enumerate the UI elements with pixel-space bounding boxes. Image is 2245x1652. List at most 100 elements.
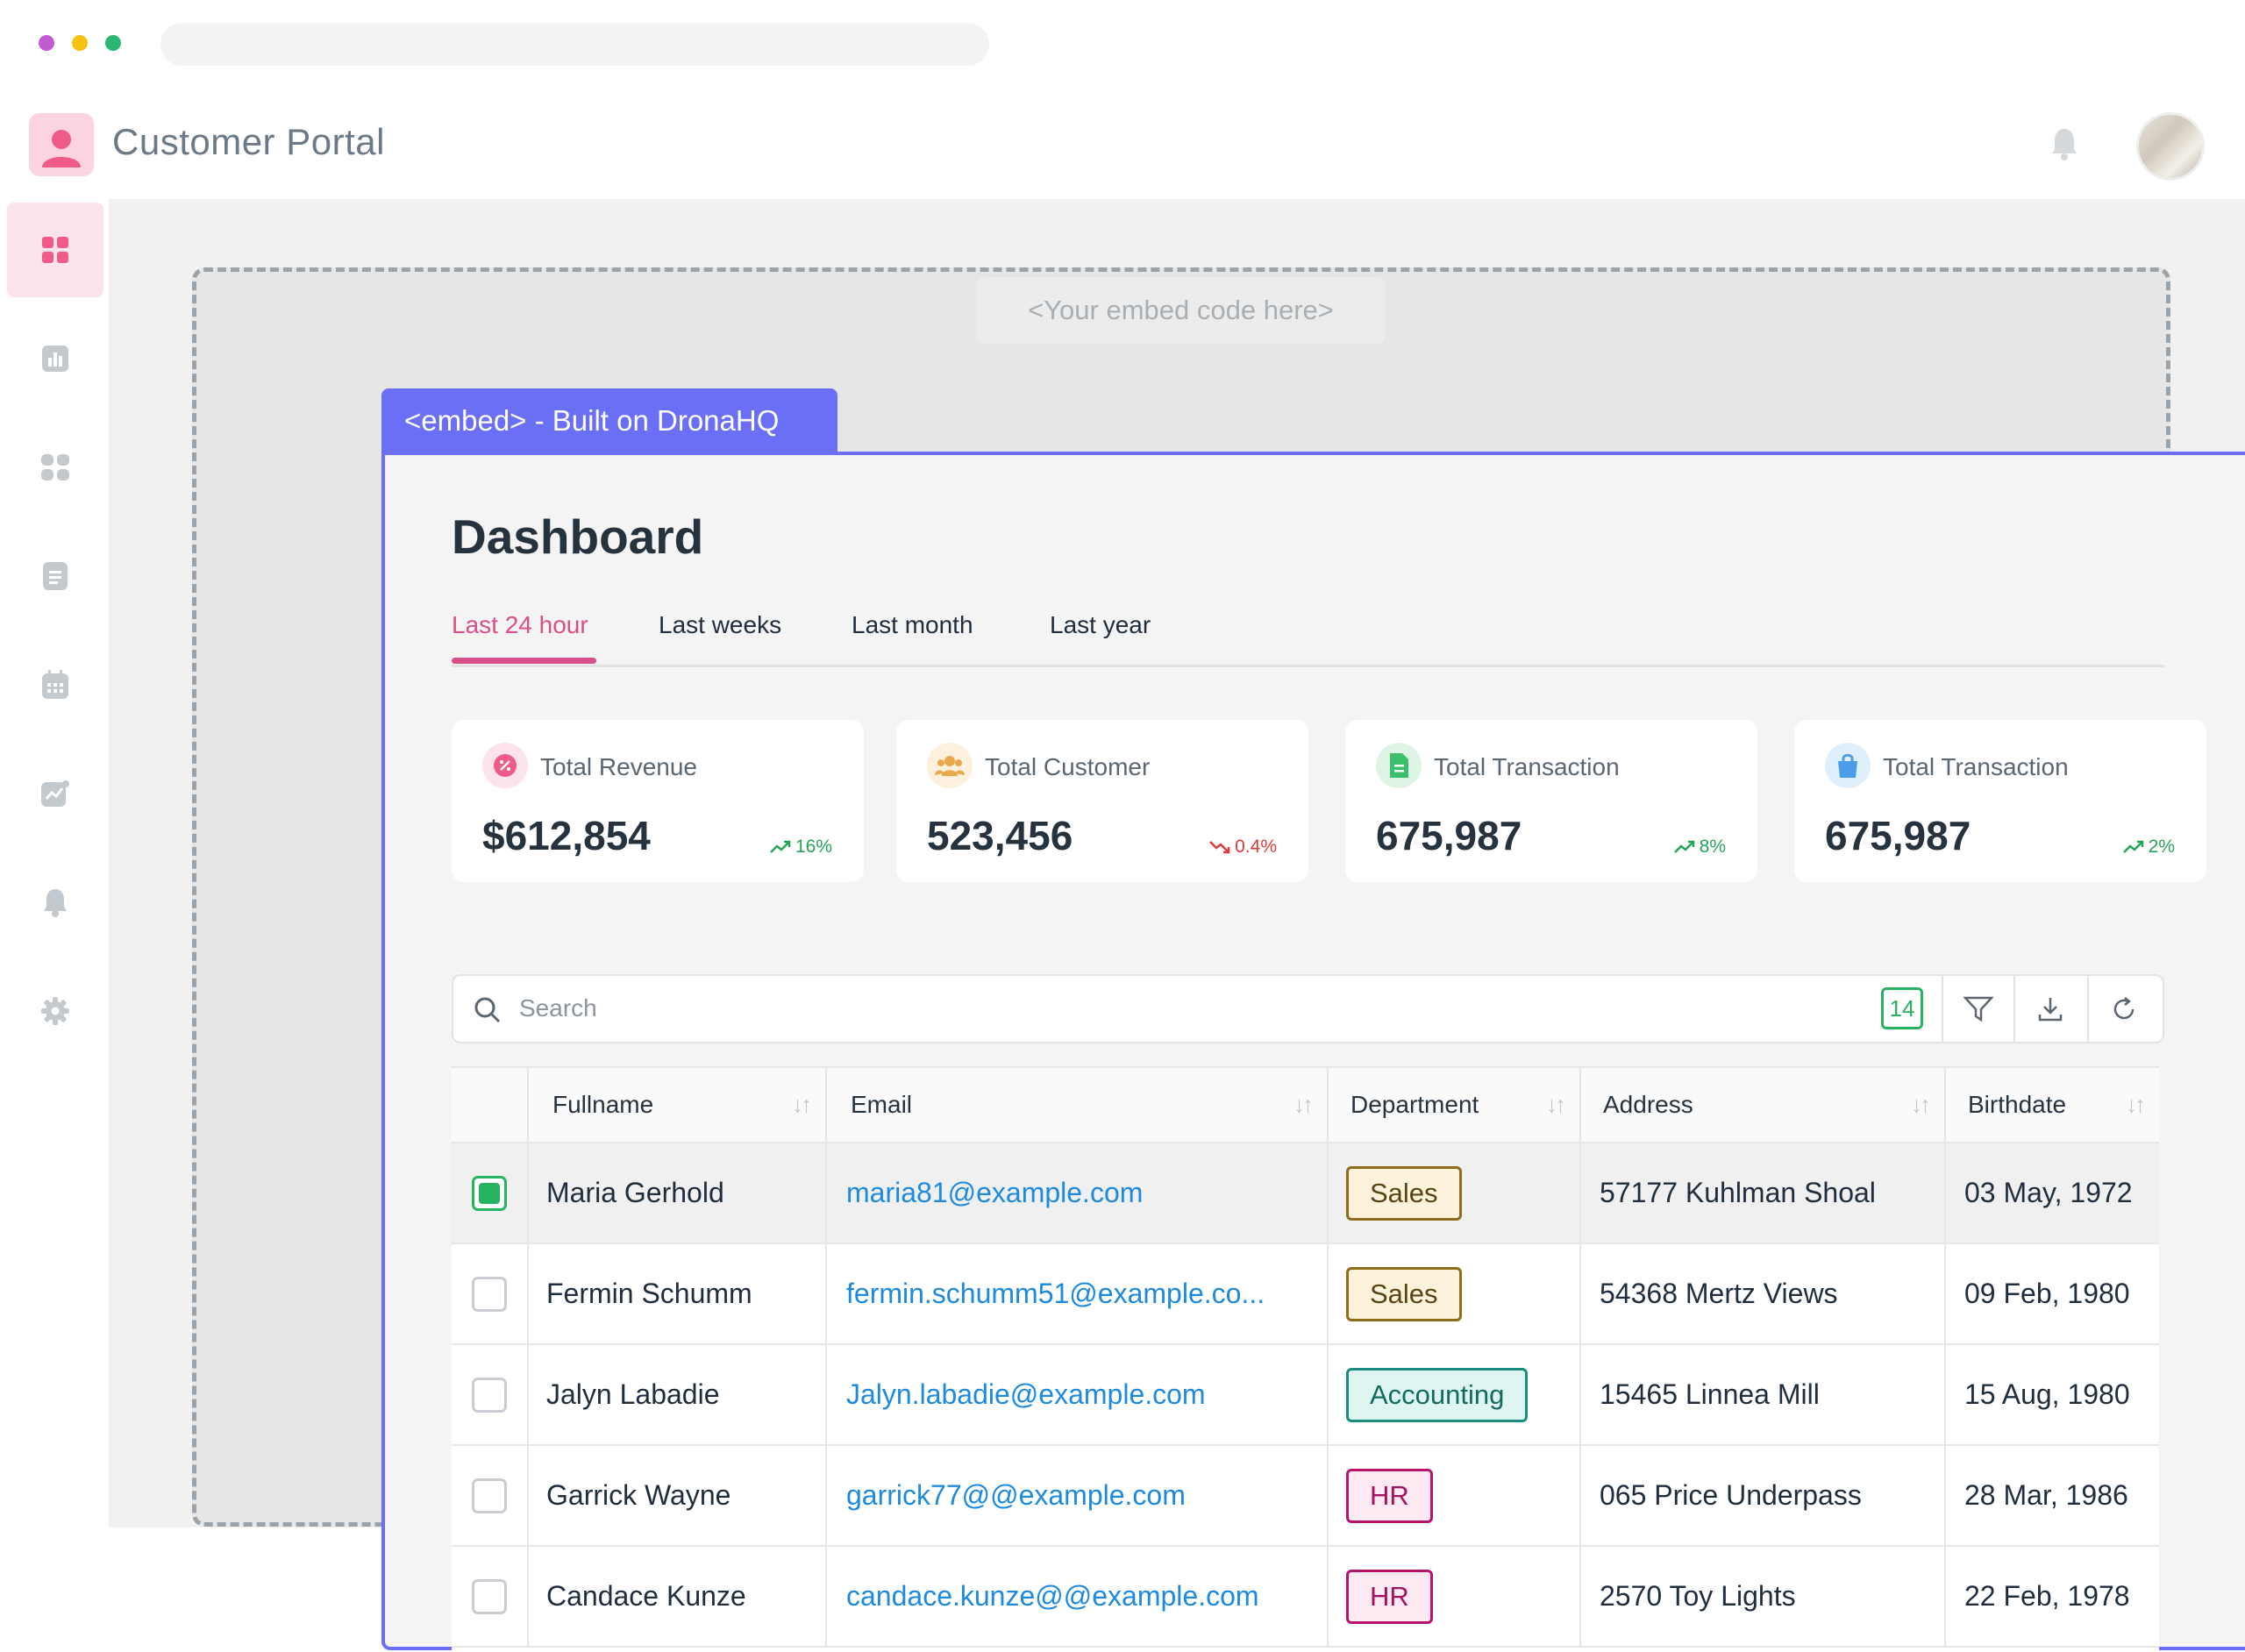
sidebar-item-apps[interactable] xyxy=(7,420,103,515)
stat-card-customer: Total Customer 523,456 0.4% xyxy=(896,720,1308,882)
table-row[interactable]: Candace Kunze candace.kunze@@example.com… xyxy=(452,1547,2159,1648)
stat-change: 8% xyxy=(1673,837,1726,858)
sort-icon: ↓↑ xyxy=(792,1091,812,1118)
document-icon xyxy=(43,562,68,590)
department-badge: HR xyxy=(1346,1569,1433,1624)
department-badge: Accounting xyxy=(1346,1367,1529,1422)
cell-birthdate: 22 Feb, 1978 xyxy=(1964,1580,2130,1612)
row-checkbox[interactable] xyxy=(472,1276,507,1312)
department-badge: HR xyxy=(1346,1468,1433,1523)
stat-card-transaction: Total Transaction 675,987 8% xyxy=(1345,720,1757,882)
column-header-address[interactable]: Address ↓↑ xyxy=(1581,1068,1946,1142)
row-checkbox[interactable] xyxy=(472,1377,507,1413)
trend-chart-icon xyxy=(41,780,69,807)
search-input[interactable]: Search xyxy=(519,994,597,1022)
stat-change: 2% xyxy=(2122,837,2175,858)
gear-icon xyxy=(41,997,69,1025)
stat-card-transaction-2: Total Transaction 675,987 2% xyxy=(1794,720,2206,882)
stat-label: Total Transaction xyxy=(1434,753,1620,780)
row-checkbox[interactable] xyxy=(472,1478,507,1513)
sidebar-item-notifications[interactable] xyxy=(7,855,103,950)
sidebar-item-calendar[interactable] xyxy=(7,637,103,732)
sidebar-item-dashboard[interactable] xyxy=(7,203,103,297)
address-bar[interactable] xyxy=(160,23,989,66)
column-header-email[interactable]: Email ↓↑ xyxy=(827,1068,1329,1142)
cell-birthdate: 28 Mar, 1986 xyxy=(1964,1479,2128,1511)
table-row[interactable]: Garrick Wayne garrick77@@example.com HR … xyxy=(452,1446,2159,1547)
app-title: Customer Portal xyxy=(112,121,385,162)
refresh-icon xyxy=(2113,996,2135,1019)
stat-value: 523,456 xyxy=(927,813,1073,858)
data-table: Fullname ↓↑ Email ↓↑ Department ↓↑ Address ↓… xyxy=(452,1066,2159,1652)
cell-email[interactable]: garrick77@@example.com xyxy=(827,1446,1329,1545)
notification-bell-icon[interactable] xyxy=(2050,126,2078,161)
table-row[interactable]: Jalyn Labadie Jalyn.labadie@example.com … xyxy=(452,1345,2159,1446)
column-header-birthdate[interactable]: Birthdate ↓↑ xyxy=(1946,1068,2159,1142)
cell-address: 065 Price Underpass xyxy=(1581,1446,1946,1545)
sidebar-item-documents[interactable] xyxy=(7,529,103,623)
bar-chart-icon xyxy=(42,345,68,372)
tab-last-24-hour[interactable]: Last 24 hour xyxy=(452,611,588,639)
sort-icon: ↓↑ xyxy=(1294,1091,1314,1118)
window-dot-maximize[interactable] xyxy=(105,35,121,51)
page-title: Dashboard xyxy=(452,509,704,564)
column-header-department[interactable]: Department ↓↑ xyxy=(1329,1068,1581,1142)
trend-up-icon xyxy=(2122,840,2143,853)
user-avatar[interactable] xyxy=(2136,112,2205,181)
embed-tab-label: <embed> - Built on DronaHQ xyxy=(381,388,837,453)
cell-birthdate: 09 Feb, 1980 xyxy=(1964,1278,2130,1309)
filter-button[interactable] xyxy=(1942,976,2013,1042)
column-header-fullname[interactable]: Fullname ↓↑ xyxy=(529,1068,827,1142)
stat-label: Total Transaction xyxy=(1883,753,2069,780)
customers-group-icon xyxy=(927,743,973,788)
table-row[interactable]: Fermin Schumm fermin.schumm51@example.co… xyxy=(452,1244,2159,1345)
table-row[interactable]: Maria Gerhold maria81@example.com Sales … xyxy=(452,1143,2159,1244)
department-badge: Sales xyxy=(1346,1165,1462,1221)
calendar-icon xyxy=(42,670,68,699)
grid-icon xyxy=(42,237,68,263)
trend-up-icon xyxy=(770,840,791,853)
sort-icon: ↓↑ xyxy=(2126,1091,2146,1118)
window-dot-minimize[interactable] xyxy=(72,35,88,51)
trend-down-icon xyxy=(1209,841,1230,854)
stat-card-revenue: Total Revenue $612,854 16% xyxy=(452,720,864,882)
sidebar-item-settings[interactable] xyxy=(7,964,103,1058)
cell-email[interactable]: Jalyn.labadie@example.com xyxy=(827,1345,1329,1444)
window-dot-close[interactable] xyxy=(39,35,54,51)
sidebar-item-reports[interactable] xyxy=(7,311,103,406)
document-icon xyxy=(1376,743,1422,788)
search-icon xyxy=(474,996,502,1029)
stat-label: Total Revenue xyxy=(540,753,698,780)
download-icon xyxy=(2038,997,2063,1021)
sidebar-item-analytics[interactable] xyxy=(7,746,103,841)
shopping-bag-icon xyxy=(1825,743,1871,788)
cell-address: 54368 Mertz Views xyxy=(1581,1244,1946,1343)
row-checkbox[interactable] xyxy=(472,1175,507,1211)
tab-last-year[interactable]: Last year xyxy=(1050,611,1151,639)
cell-email[interactable]: candace.kunze@@example.com xyxy=(827,1547,1329,1646)
tab-last-month[interactable]: Last month xyxy=(852,611,973,639)
download-button[interactable] xyxy=(2013,976,2085,1042)
stat-change: 0.4% xyxy=(1208,837,1277,858)
cell-email[interactable]: fermin.schumm51@example.co... xyxy=(827,1244,1329,1343)
cell-email[interactable]: maria81@example.com xyxy=(827,1143,1329,1243)
sidebar xyxy=(0,199,109,1650)
trend-up-icon xyxy=(1673,840,1694,853)
cell-address: 2570 Toy Lights xyxy=(1581,1547,1946,1646)
embed-code-placeholder: <Your embed code here> xyxy=(976,277,1386,344)
command-icon xyxy=(41,454,69,481)
cell-fullname: Maria Gerhold xyxy=(529,1143,827,1243)
tab-last-weeks[interactable]: Last weeks xyxy=(659,611,781,639)
row-checkbox[interactable] xyxy=(472,1578,507,1614)
tab-divider xyxy=(452,665,2164,667)
stat-value: 675,987 xyxy=(1376,813,1522,858)
user-icon xyxy=(42,130,81,167)
sort-icon: ↓↑ xyxy=(1546,1091,1566,1118)
bell-icon xyxy=(44,889,67,917)
cell-address: 57177 Kuhlman Shoal xyxy=(1581,1143,1946,1243)
department-badge: Sales xyxy=(1346,1266,1462,1321)
sort-icon: ↓↑ xyxy=(1911,1091,1931,1118)
cell-birthdate: 15 Aug, 1980 xyxy=(1964,1378,2130,1410)
cell-fullname: Garrick Wayne xyxy=(529,1446,827,1545)
refresh-button[interactable] xyxy=(2087,976,2159,1042)
